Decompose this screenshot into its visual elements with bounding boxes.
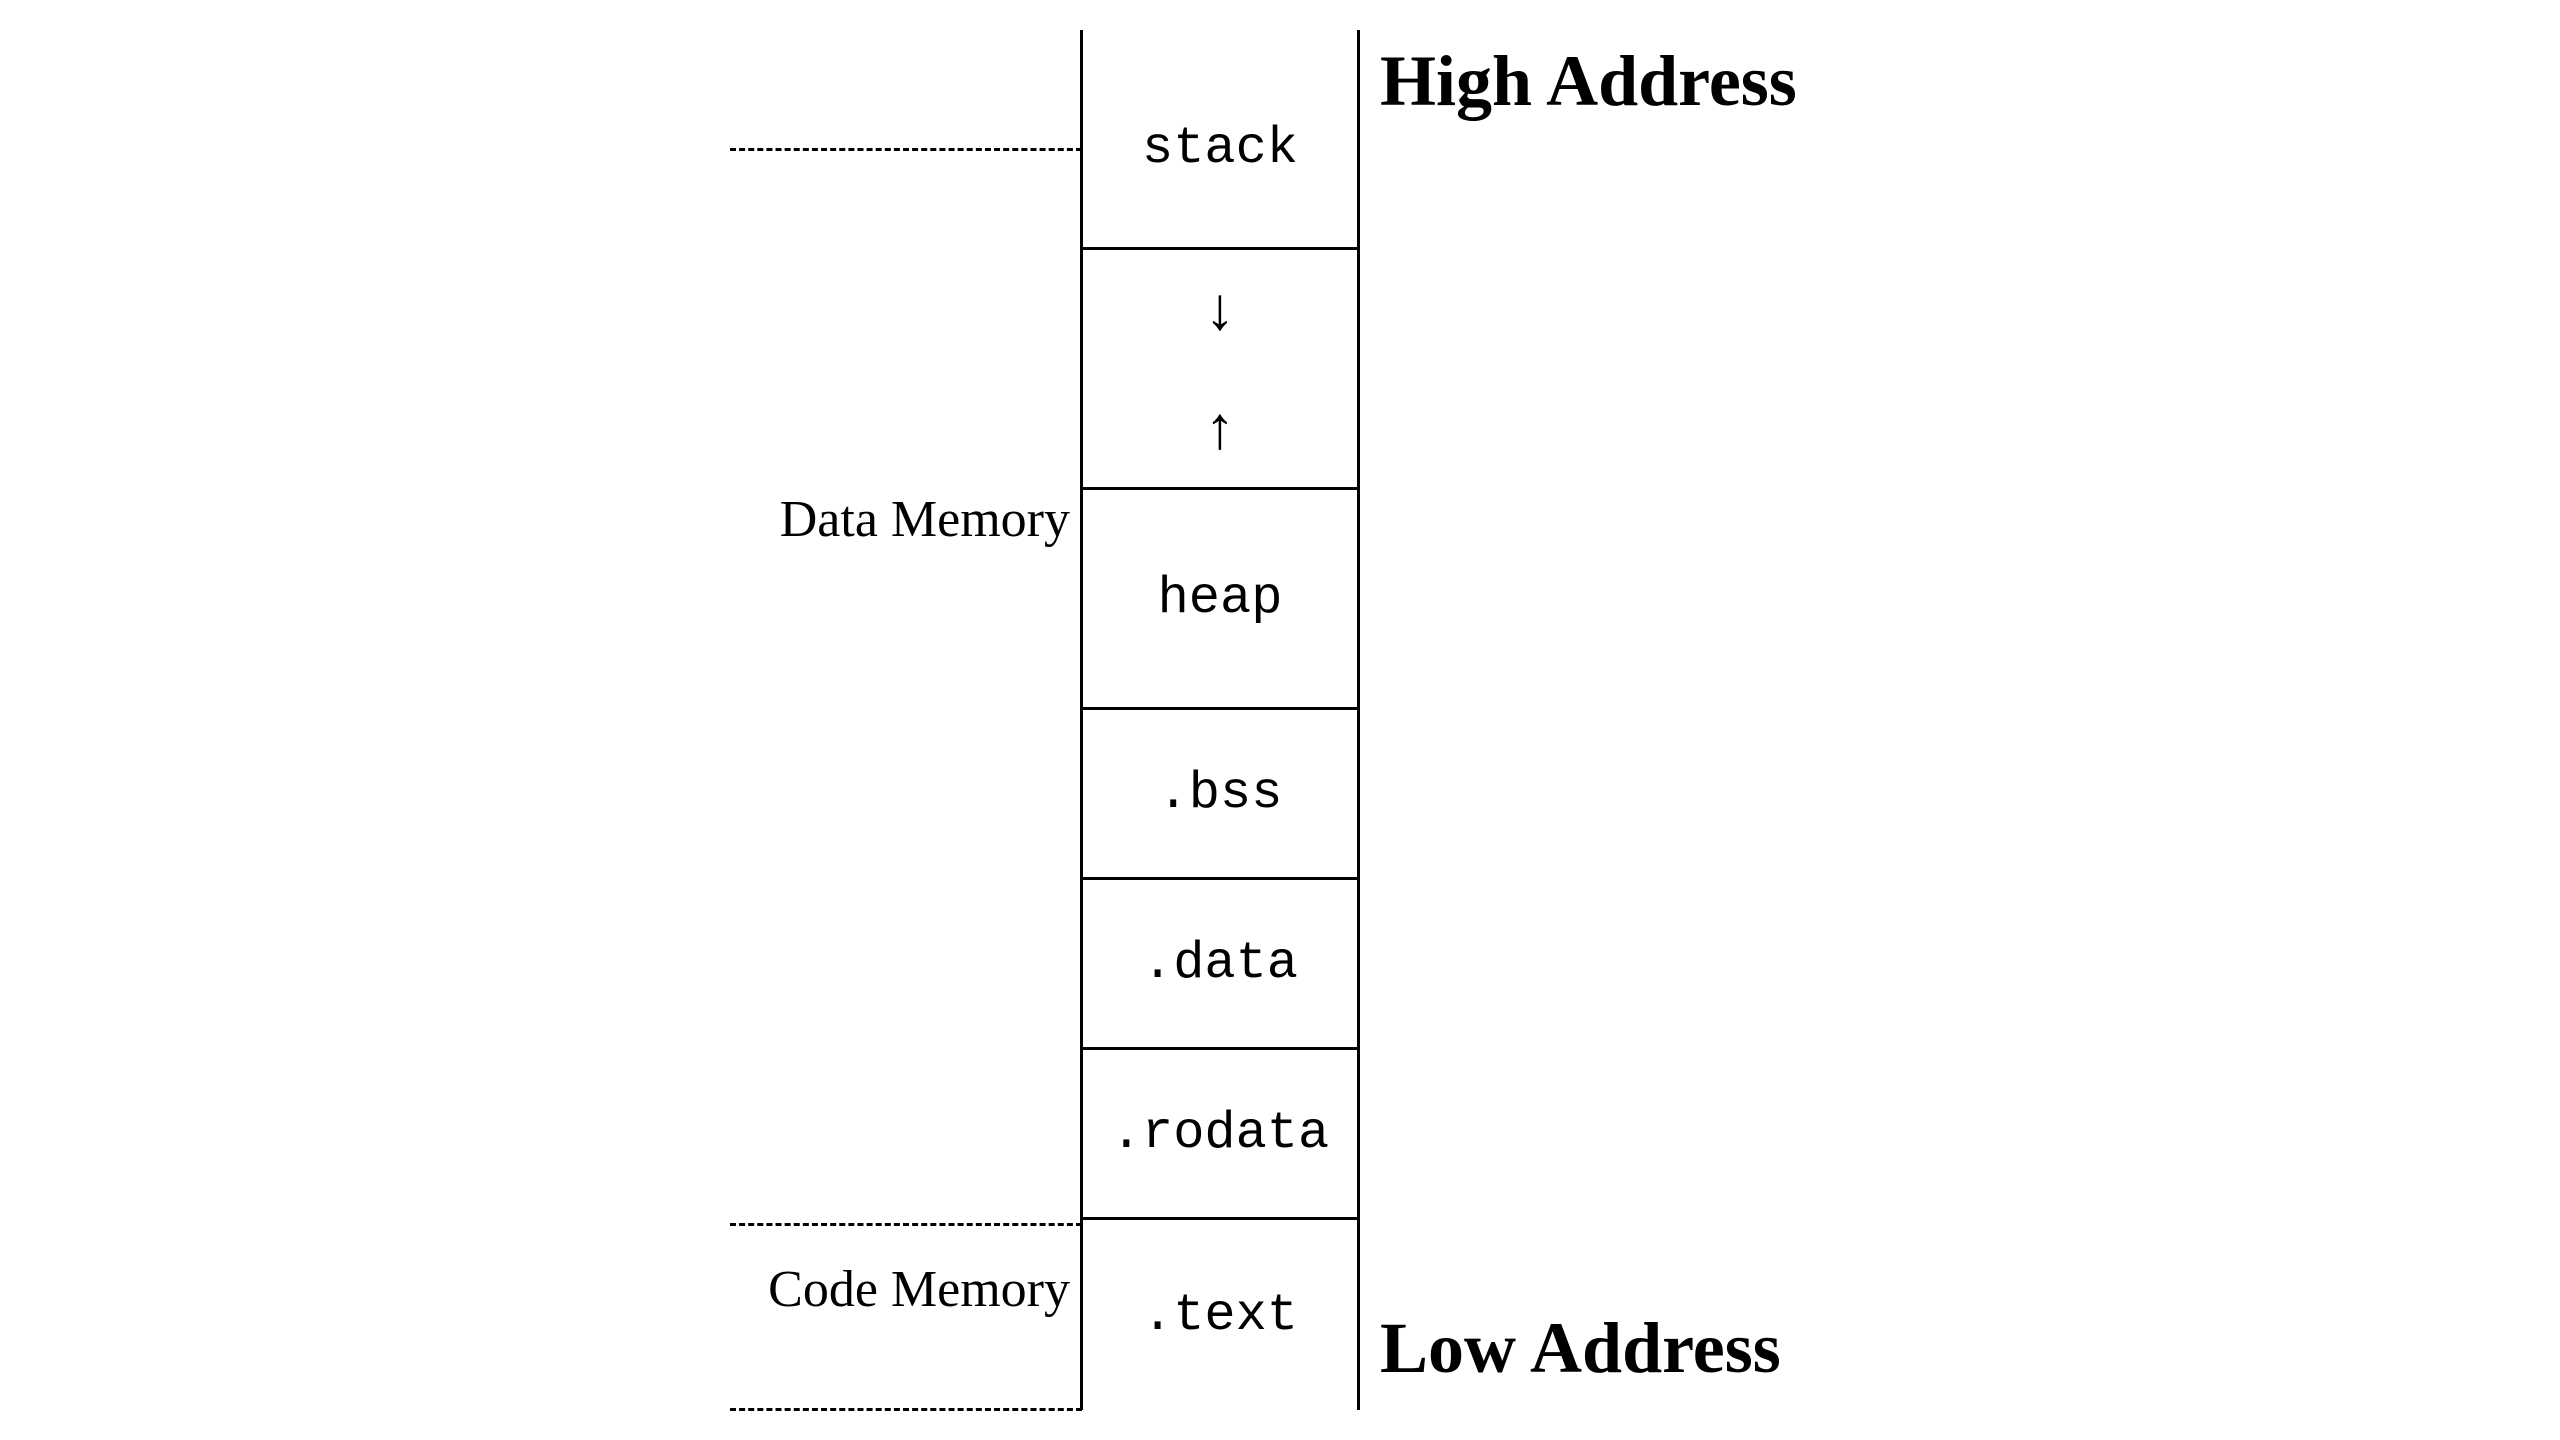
gap-segment: ↓ ↑ [1080,250,1360,490]
text-label: .text [1142,1286,1298,1345]
heap-segment: heap [1080,490,1360,710]
middle-dashed-line [730,1223,1082,1226]
stack-segment: stack [1080,50,1360,250]
heap-label: heap [1158,569,1283,628]
high-address-label: High Address [1380,40,1797,123]
bottom-dashed-line [730,1408,1082,1411]
code-memory-label: Code Memory [730,1260,1070,1319]
data-memory-label: Data Memory [730,490,1070,549]
text-segment: .text [1080,1220,1360,1410]
top-dashed-line [730,148,1082,151]
low-address-label: Low Address [1380,1307,1781,1390]
rodata-label: .rodata [1111,1104,1329,1163]
bss-label: .bss [1158,764,1283,823]
data-segment: .data [1080,880,1360,1050]
data-label: .data [1142,934,1298,993]
arrow-up-icon: ↑ [1205,398,1235,458]
rodata-segment: .rodata [1080,1050,1360,1220]
diagram-inner: High Address stack ↓ ↑ Data Memory heap … [730,30,1830,1410]
arrow-down-icon: ↓ [1205,279,1235,339]
stack-label: stack [1142,119,1298,178]
bss-segment: .bss [1080,710,1360,880]
diagram-container: High Address stack ↓ ↑ Data Memory heap … [730,30,1830,1410]
